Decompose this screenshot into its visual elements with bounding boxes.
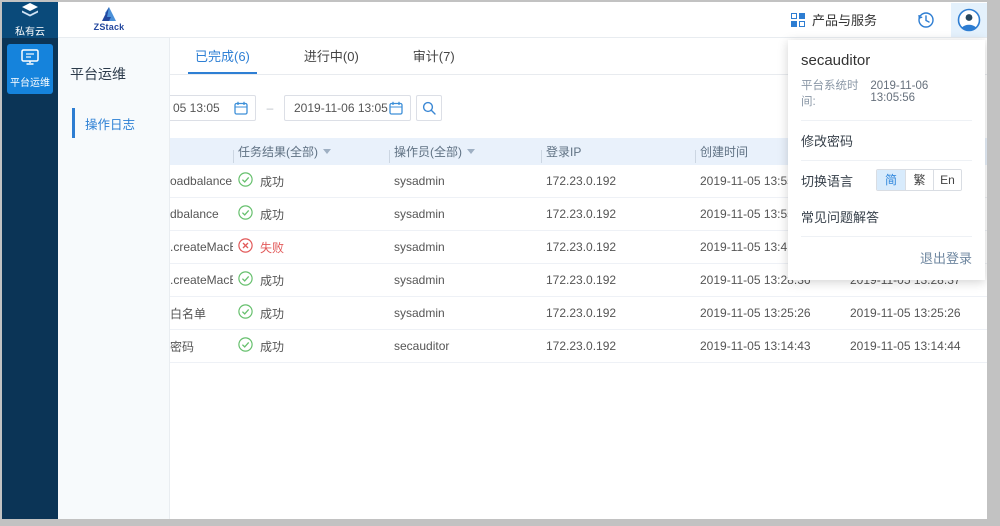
language-option-english[interactable]: En — [933, 170, 961, 190]
sidebar-item-label: 操作日志 — [85, 114, 135, 133]
end-date-value: 2019-11-06 13:05 — [294, 101, 388, 115]
search-icon — [422, 101, 436, 115]
filter-row: 05 13:05 – 2019-11-06 13:05 — [170, 95, 442, 121]
user-menu-panel: secauditor 平台系统时间: 2019-11-06 13:05:56 修… — [788, 40, 985, 280]
finished-time-cell: 2019-11-05 13:25:26 — [845, 306, 987, 320]
login-ip-cell: 172.23.0.192 — [541, 207, 695, 221]
finished-time-cell: 2019-11-05 13:14:44 — [845, 339, 987, 353]
logout-row: 退出登录 — [801, 236, 972, 280]
username: secauditor — [801, 40, 972, 69]
topbar: ZStack 产品与服务 — [58, 2, 987, 38]
operator-cell: secauditor — [389, 339, 541, 353]
operator-cell: sysadmin — [389, 273, 541, 287]
app-window: 私有云 平台运维 ZStack 产品与服务 — [2, 2, 987, 519]
history-clock-icon — [917, 11, 935, 29]
sidebar-item-platform-ops[interactable]: 平台运维 — [7, 44, 53, 94]
chevron-down-icon — [323, 149, 331, 154]
status-label: 成功 — [260, 272, 284, 289]
column-header-task-result-filter[interactable]: 任务结果(全部) — [233, 143, 389, 160]
switch-language-row: 切换语言 简 繁 En — [801, 161, 972, 197]
calendar-icon[interactable] — [234, 101, 248, 115]
zstack-logo-icon — [98, 7, 120, 23]
start-date-value: 05 13:05 — [173, 101, 220, 115]
status-label: 失败 — [260, 239, 284, 256]
sidebar-item-operation-log[interactable]: 操作日志 — [58, 108, 169, 138]
products-services-button[interactable]: 产品与服务 — [791, 10, 877, 29]
zstack-logo-text: ZStack — [94, 22, 125, 32]
tab-completed[interactable]: 已完成(6) — [188, 38, 257, 74]
products-services-label: 产品与服务 — [812, 10, 877, 29]
status-icon — [238, 271, 253, 289]
monitor-icon — [21, 49, 39, 70]
sidebar-item-label: 平台运维 — [10, 74, 50, 89]
column-header-login-ip: 登录IP — [541, 143, 695, 160]
login-ip-cell: 172.23.0.192 — [541, 174, 695, 188]
start-date-input[interactable]: 05 13:05 — [170, 95, 256, 121]
system-time-row: 平台系统时间: 2019-11-06 13:05:56 — [801, 77, 972, 121]
secondary-sidebar: 平台运维 操作日志 — [58, 38, 170, 519]
status-icon — [238, 238, 253, 256]
operator-cell: sysadmin — [389, 240, 541, 254]
login-ip-cell: 172.23.0.192 — [541, 339, 695, 353]
search-button[interactable] — [416, 95, 442, 121]
secondary-sidebar-title: 平台运维 — [58, 38, 169, 84]
switch-language-label: 切换语言 — [801, 171, 853, 190]
logout-button[interactable]: 退出登录 — [920, 248, 972, 267]
history-button[interactable] — [917, 11, 935, 29]
topbar-right: 产品与服务 — [791, 2, 987, 37]
column-header-operator-filter[interactable]: 操作员(全部) — [389, 143, 541, 160]
status-icon — [238, 304, 253, 322]
operator-cell: sysadmin — [389, 306, 541, 320]
task-name-link[interactable]: 白名单 — [170, 305, 233, 322]
layers-icon — [21, 3, 39, 22]
task-name-link[interactable]: .createMacB... — [170, 240, 233, 254]
sidebar-item-private-cloud[interactable]: 私有云 — [2, 2, 58, 38]
login-ip-cell: 172.23.0.192 — [541, 240, 695, 254]
status-label: 成功 — [260, 173, 284, 190]
operator-cell: sysadmin — [389, 174, 541, 188]
status-label: 成功 — [260, 206, 284, 223]
tab-audit[interactable]: 审计(7) — [406, 38, 462, 74]
created-time-cell: 2019-11-05 13:25:26 — [695, 306, 845, 320]
grid-icon — [791, 13, 805, 27]
task-name-link[interactable]: 密码 — [170, 338, 233, 355]
status-label: 成功 — [260, 338, 284, 355]
table-row[interactable]: 密码 成功 secauditor 172.23.0.192 2019-11-05… — [170, 330, 987, 363]
task-name-link[interactable]: .createMacB... — [170, 273, 233, 287]
chevron-down-icon — [467, 149, 475, 154]
status-icon — [238, 172, 253, 190]
tab-in-progress[interactable]: 进行中(0) — [297, 38, 366, 74]
status-icon — [238, 337, 253, 355]
system-time-value: 2019-11-06 13:05:56 — [870, 80, 972, 104]
menu-item-faq[interactable]: 常见问题解答 — [801, 197, 972, 236]
system-time-label: 平台系统时间: — [801, 77, 870, 109]
table-row[interactable]: 白名单 成功 sysadmin 172.23.0.192 2019-11-05 … — [170, 297, 987, 330]
end-date-input[interactable]: 2019-11-06 13:05 — [284, 95, 411, 121]
language-toggle: 简 繁 En — [876, 169, 962, 191]
language-option-traditional[interactable]: 繁 — [905, 170, 933, 190]
status-label: 成功 — [260, 305, 284, 322]
login-ip-cell: 172.23.0.192 — [541, 306, 695, 320]
primary-sidebar: 私有云 平台运维 — [2, 2, 58, 519]
avatar-icon — [957, 8, 981, 32]
sidebar-item-label: 私有云 — [15, 23, 45, 38]
user-avatar-button[interactable] — [951, 3, 987, 37]
active-indicator-bar — [72, 108, 75, 138]
task-name-link[interactable]: dbalance — [170, 207, 233, 221]
task-name-link[interactable]: oadbalance — [170, 174, 233, 188]
zstack-logo: ZStack — [86, 7, 132, 32]
operator-cell: sysadmin — [389, 207, 541, 221]
calendar-icon[interactable] — [389, 101, 403, 115]
menu-item-change-password[interactable]: 修改密码 — [801, 121, 972, 161]
status-icon — [238, 205, 253, 223]
language-option-simplified[interactable]: 简 — [877, 170, 905, 190]
login-ip-cell: 172.23.0.192 — [541, 273, 695, 287]
created-time-cell: 2019-11-05 13:14:43 — [695, 339, 845, 353]
date-range-separator: – — [256, 101, 284, 115]
